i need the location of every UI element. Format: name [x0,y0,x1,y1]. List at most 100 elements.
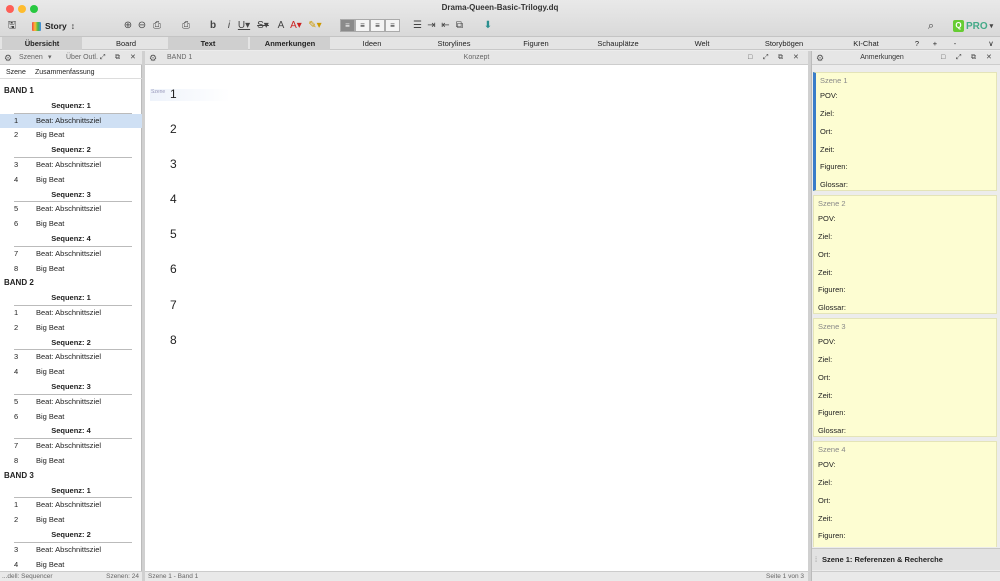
note-field-ort[interactable]: Ort: [818,250,831,259]
sequence-heading[interactable]: Sequenz: 1 [0,99,142,114]
list-item[interactable]: 1 Beat: Abschnittsziel [0,498,142,513]
tab-board[interactable]: Board [84,37,168,50]
gear-icon[interactable]: ⚙ [4,51,12,65]
list-item[interactable]: 1 Beat: Abschnittsziel [0,306,142,321]
note-field-zeit[interactable]: Zeit: [818,268,833,277]
detach-icon[interactable]: ⧉ [778,51,783,65]
font-color-icon[interactable]: A▾ [289,20,303,32]
note-field-ort[interactable]: Ort: [818,373,831,382]
sequence-heading[interactable]: Sequenz: 1 [0,484,142,499]
detach-icon[interactable]: ⧉ [971,51,976,65]
sequence-heading[interactable]: Sequenz: 2 [0,143,142,158]
outdent-icon[interactable]: ⇤ [440,20,451,32]
sequence-heading[interactable]: Sequenz: 1 [0,291,142,306]
list-item[interactable]: 6 Big Beat [0,410,142,425]
list-item[interactable]: 2 Big Beat [0,128,142,143]
list-item[interactable]: 2 Big Beat [0,321,142,336]
note-field-zeit[interactable]: Zeit: [818,391,833,400]
drag-handle-icon[interactable]: ⁞ [815,549,817,571]
note-field-ziel[interactable]: Ziel: [818,232,832,241]
save-icon[interactable]: 🖫 [6,20,18,32]
scene-heading[interactable]: 1 [170,87,177,101]
align-right-icon[interactable]: ≡ [370,19,385,32]
highlight-icon[interactable]: ✎▾ [308,20,322,32]
close-icon[interactable]: ✕ [986,51,992,65]
scene-heading[interactable]: 8 [170,333,177,347]
list-item[interactable]: 5 Beat: Abschnittsziel [0,202,142,217]
sequence-heading[interactable]: Sequenz: 4 [0,232,142,247]
scene-heading[interactable]: 2 [170,122,177,136]
tab-storylines[interactable]: Storylines [414,37,494,50]
sequence-heading[interactable]: Sequenz: 3 [0,188,142,203]
list-item[interactable]: 4 Big Beat [0,173,142,188]
strikethrough-icon[interactable]: S▾ [256,20,270,32]
detach-icon[interactable]: ⧉ [115,51,120,65]
list-item[interactable]: 8 Big Beat [0,454,142,469]
list-item[interactable]: 3 Beat: Abschnittsziel [0,543,142,558]
note-card[interactable]: Szene 1 POV: Ziel: Ort: Zeit: Figuren: G… [813,72,997,191]
list-icon[interactable]: ☰ [412,20,423,32]
tab-schauplaetze[interactable]: Schauplätze [578,37,658,50]
tab-text[interactable]: Text [168,37,248,50]
tab-welt[interactable]: Welt [660,37,744,50]
expand-icon[interactable]: ⤢ [100,51,106,65]
export-icon[interactable]: ⬇ [482,20,494,32]
note-field-glossar[interactable]: Glossar: [818,426,846,435]
align-center-icon[interactable]: ≡ [355,19,370,32]
list-item[interactable]: 5 Beat: Abschnittsziel [0,395,142,410]
note-field-glossar[interactable]: Glossar: [818,303,846,312]
col-scene[interactable]: Szene [6,66,26,79]
maximize-icon[interactable]: □ [941,51,945,65]
note-field-pov[interactable]: POV: [820,91,838,100]
list-item[interactable]: 1 Beat: Abschnittsziel [0,113,142,129]
tab-anmerkungen[interactable]: Anmerkungen [250,37,330,50]
note-field-ziel[interactable]: Ziel: [818,478,832,487]
search-icon[interactable]: ⌕ [925,20,937,32]
tab-ideen[interactable]: Ideen [332,37,412,50]
zoom-out-icon[interactable]: ⊖ [137,20,147,32]
tab-ki-chat[interactable]: KI-Chat [826,37,906,50]
scene-heading[interactable]: 3 [170,157,177,171]
sequence-heading[interactable]: Sequenz: 4 [0,424,142,439]
italic-icon[interactable]: i [224,20,234,32]
tab-uebersicht[interactable]: Übersicht [2,37,82,50]
close-icon[interactable]: ✕ [130,51,136,65]
band-heading[interactable]: BAND 3 [0,469,142,484]
chevron-down-icon[interactable]: ∨ [984,37,998,50]
bold-icon[interactable]: b [208,20,218,32]
note-field-ziel[interactable]: Ziel: [818,355,832,364]
story-selector[interactable]: Story ↕ [32,19,75,33]
list-item[interactable]: 2 Big Beat [0,513,142,528]
attach-icon[interactable]: ⎙ [152,20,162,32]
note-field-zeit[interactable]: Zeit: [818,514,833,523]
list-item[interactable]: 6 Big Beat [0,217,142,232]
band-heading[interactable]: BAND 1 [0,84,142,99]
expand-icon[interactable]: ⤢ [956,51,962,65]
tab-storyboegen[interactable]: Storybögen [744,37,824,50]
tab-help[interactable]: ? [910,37,924,50]
col-summary[interactable]: Zusammenfassung [35,66,95,79]
note-field-ziel[interactable]: Ziel: [820,109,834,118]
maximize-icon[interactable]: □ [748,51,752,65]
note-card[interactable]: Szene 3 POV: Ziel: Ort: Zeit: Figuren: G… [813,318,997,437]
justify-icon[interactable]: ≡ [385,19,400,32]
reference-bar[interactable]: ⁞ Szene 1: Referenzen & Recherche [812,548,1000,570]
expand-icon[interactable]: ⤢ [763,51,769,65]
mode-select[interactable]: Szenen [19,51,43,65]
scene-heading[interactable]: 5 [170,227,177,241]
note-card[interactable]: Szene 2 POV: Ziel: Ort: Zeit: Figuren: G… [813,195,997,314]
print-icon[interactable]: ⎙ [180,20,192,32]
scene-heading[interactable]: 7 [170,298,177,312]
scene-heading[interactable]: 6 [170,262,177,276]
list-item[interactable]: 3 Beat: Abschnittsziel [0,158,142,173]
close-icon[interactable]: ✕ [793,51,799,65]
tab-remove[interactable]: - [948,37,962,50]
note-field-pov[interactable]: POV: [818,214,836,223]
band-heading[interactable]: BAND 2 [0,276,142,291]
note-card[interactable]: Szene 4 POV: Ziel: Ort: Zeit: Figuren: [813,441,997,547]
note-field-figuren[interactable]: Figuren: [818,408,846,417]
note-field-pov[interactable]: POV: [818,337,836,346]
list-item[interactable]: 4 Big Beat [0,365,142,380]
view-select[interactable]: Über Outl. [66,51,98,65]
align-left-icon[interactable]: ≡ [340,19,355,32]
